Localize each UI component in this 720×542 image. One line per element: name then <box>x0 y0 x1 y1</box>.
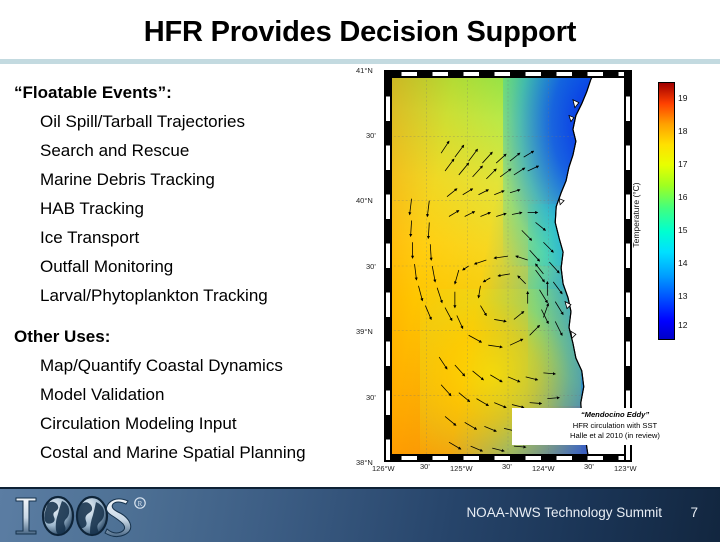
x-tick-label: 126°W <box>372 464 395 473</box>
content-group-floatable-events: “Floatable Events”: Oil Spill/Tarball Tr… <box>14 78 386 310</box>
colorbar-tick-label: 14 <box>678 258 688 268</box>
colorbar-tick-label: 19 <box>678 93 688 103</box>
caption-line-2: HFR circulation with SST <box>572 420 658 430</box>
x-tick-label: 30' <box>420 462 430 471</box>
list-item: Outfall Monitoring <box>40 257 174 276</box>
group-heading: “Floatable Events”: <box>14 83 172 102</box>
map-border-left <box>384 70 392 462</box>
page-title: HFR Provides Decision Support <box>143 15 577 48</box>
y-tick-label: 41°N <box>356 66 373 75</box>
map-border-right <box>624 70 632 462</box>
sst-hfr-map-figure: 41°N 30' 40°N 30' 39°N 30' 38°N 126°W 30… <box>356 62 718 474</box>
group-heading: Other Uses: <box>14 327 111 346</box>
y-tick-label: 39°N <box>356 327 373 336</box>
colorbar-tick-label: 13 <box>678 291 688 301</box>
y-tick-label: 30' <box>366 262 376 271</box>
list-item: Map/Quantify Coastal Dynamics <box>40 356 283 375</box>
list-item: Circulation Modeling Input <box>40 414 237 433</box>
y-tick-label: 30' <box>366 393 376 402</box>
colorbar-tick-label: 17 <box>678 159 688 169</box>
svg-text:R: R <box>138 500 143 508</box>
current-vector-overlay <box>408 140 564 453</box>
footer-event-name: NOAA-NWS Technology Summit <box>466 505 662 520</box>
caption-line-3: Halle et al 2010 (in review) <box>570 431 660 440</box>
slide: HFR Provides Decision Support “Floatable… <box>0 0 720 542</box>
list-item: HAB Tracking <box>40 199 144 218</box>
map-border-bottom <box>384 454 632 462</box>
title-area: HFR Provides Decision Support <box>0 8 720 56</box>
y-tick-label: 40°N <box>356 196 373 205</box>
content-column: “Floatable Events”: Oil Spill/Tarball Tr… <box>14 78 386 479</box>
group-item-list: Map/Quantify Coastal Dynamics Model Vali… <box>14 351 386 467</box>
colorbar-tick-label: 18 <box>678 126 688 136</box>
x-tick-label: 124°W <box>532 464 555 473</box>
colorbar-gradient <box>658 82 675 340</box>
x-tick-label: 125°W <box>450 464 473 473</box>
list-item: Model Validation <box>40 385 165 404</box>
list-item: Marine Debris Tracking <box>40 170 215 189</box>
colorbar: Temperature (°C) 19 18 17 16 15 14 13 12 <box>631 82 708 382</box>
caption-title: “Mendocino Eddy” <box>580 410 650 419</box>
y-tick-label: 30' <box>366 131 376 140</box>
colorbar-axis-label: Temperature (°C) <box>631 182 641 248</box>
list-item: Costal and Marine Spatial Planning <box>40 443 306 462</box>
list-item: Search and Rescue <box>40 141 190 160</box>
list-item: Ice Transport <box>40 228 140 247</box>
x-tick-label: 30' <box>584 462 594 471</box>
list-item: Larval/Phytoplankton Tracking <box>40 286 268 305</box>
y-tick-label: 38°N <box>356 458 373 467</box>
footer-page-number: 7 <box>690 505 698 520</box>
map-border-top <box>384 70 632 78</box>
ioos-logo: R <box>15 495 146 538</box>
slide-footer: R NOAA-NWS Technology Summit 7 <box>0 487 720 542</box>
group-item-list: Oil Spill/Tarball Trajectories Search an… <box>14 107 386 310</box>
figure-caption: “Mendocino Eddy” HFR circulation with SS… <box>512 408 718 445</box>
colorbar-tick-label: 12 <box>678 320 688 330</box>
colorbar-tick-label: 16 <box>678 192 688 202</box>
colorbar-tick-label: 15 <box>678 225 688 235</box>
content-group-other-uses: Other Uses: Map/Quantify Coastal Dynamic… <box>14 322 386 467</box>
x-tick-label: 30' <box>502 462 512 471</box>
list-item: Oil Spill/Tarball Trajectories <box>40 112 246 131</box>
map-plot-area <box>384 70 632 462</box>
x-tick-label: 123°W <box>614 464 637 473</box>
